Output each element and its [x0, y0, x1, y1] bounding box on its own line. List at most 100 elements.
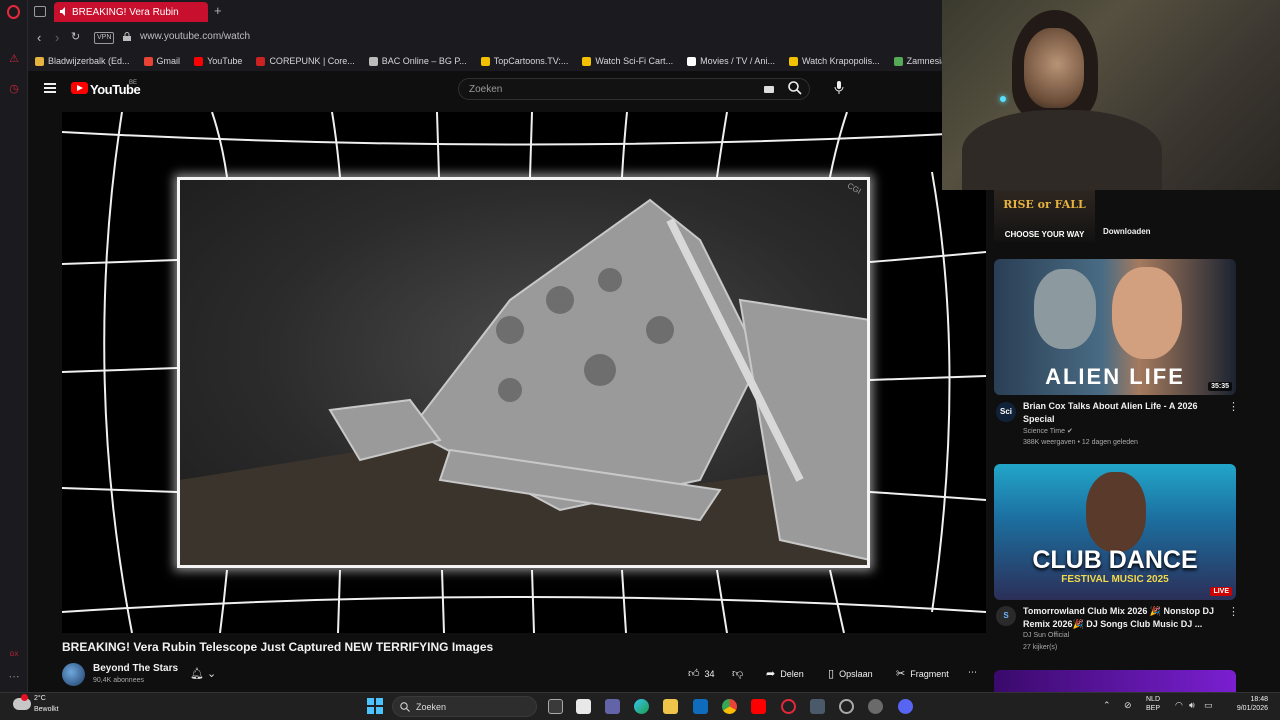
kebab-menu-icon[interactable]: ⋮	[1228, 605, 1239, 618]
weather-temp[interactable]: 2°C	[34, 695, 46, 702]
search-icon	[400, 702, 410, 712]
like-count: 34	[704, 668, 715, 679]
video-player[interactable]: CGI	[62, 112, 986, 633]
thumbs-up-icon: 👍︎	[688, 668, 700, 680]
thumbnail-text: ALIEN LIFE	[1045, 364, 1185, 389]
bookmark-item[interactable]: COREPUNK | Core...	[256, 56, 355, 66]
tray-chevron-icon[interactable]: ⌃	[1103, 700, 1111, 711]
microphone-icon[interactable]	[834, 81, 844, 95]
task-view-icon[interactable]	[548, 699, 563, 714]
youtube-app-icon[interactable]	[751, 699, 766, 714]
sidebar-channel-name[interactable]: Science Time ✔	[1023, 427, 1073, 435]
reload-icon[interactable]: ↻	[71, 30, 80, 43]
calculator-icon[interactable]	[810, 699, 825, 714]
outlook-icon[interactable]	[693, 699, 708, 714]
search-input[interactable]: Zoeken	[458, 78, 810, 100]
video-thumbnail[interactable]: ALIEN LIFE 35:35	[994, 259, 1236, 395]
new-tab-button[interactable]: +	[214, 3, 222, 18]
youtube-header: YouTube BE Zoeken	[28, 71, 942, 109]
battery-icon[interactable]: ▭	[1204, 700, 1213, 711]
video-thumbnail[interactable]: CLUB DANCE FESTIVAL MUSIC 2025 LIVE	[994, 464, 1236, 600]
aria-icon[interactable]: ⚠	[7, 52, 21, 66]
bookmark-item[interactable]: Movies / TV / Ani...	[687, 56, 775, 66]
tab-manager-icon[interactable]	[34, 6, 46, 17]
search-icon[interactable]	[788, 81, 802, 95]
discord-icon[interactable]	[898, 699, 913, 714]
opera-icon[interactable]	[781, 699, 796, 714]
lock-icon	[123, 32, 131, 41]
bookmark-item[interactable]: Zamnesia | Het Be	[893, 56, 942, 66]
bookmark-item[interactable]: Bladwijzerbalk (Ed...	[35, 56, 130, 66]
forward-icon[interactable]: ›	[55, 30, 59, 45]
kebab-menu-icon[interactable]: ⋮	[1228, 400, 1239, 413]
share-icon: ➦	[766, 668, 776, 680]
store-icon[interactable]	[576, 699, 591, 714]
start-icon[interactable]	[367, 698, 383, 714]
share-button[interactable]: ➦ Delen	[766, 667, 804, 680]
alien-image	[1034, 269, 1096, 349]
dislike-button[interactable]: 👎︎	[732, 667, 748, 680]
channel-avatar[interactable]: Sci	[996, 402, 1016, 422]
ad-download-button[interactable]: Downloaden	[1103, 227, 1151, 236]
bookmark-favicon-icon	[256, 56, 266, 66]
teams-icon[interactable]	[605, 699, 620, 714]
file-explorer-icon[interactable]	[663, 699, 678, 714]
like-button[interactable]: 👍︎ 34	[688, 667, 715, 680]
person-image	[1112, 267, 1182, 359]
ad-subtitle: CHOOSE YOUR WAY	[1004, 230, 1085, 239]
bookmark-item[interactable]: Watch Krapopolis...	[788, 56, 880, 66]
bookmark-item[interactable]: Watch Sci-Fi Cart...	[582, 56, 673, 66]
duration-badge: 35:35	[1208, 382, 1232, 391]
vpn-badge[interactable]: VPN	[94, 32, 115, 44]
bookmark-item[interactable]: TopCartoons.TV:...	[480, 56, 569, 66]
speaker-icon[interactable]	[60, 7, 68, 16]
steam-icon[interactable]	[839, 699, 854, 714]
clip-button[interactable]: ✂ Fragment	[896, 667, 949, 680]
taskbar-search-placeholder: Zoeken	[416, 702, 447, 712]
channel-avatar[interactable]	[62, 663, 85, 686]
channel-avatar[interactable]: S	[996, 606, 1016, 626]
bookmark-favicon-icon	[194, 56, 204, 66]
save-button[interactable]: ▯ Opslaan	[828, 667, 873, 680]
youtube-logo-icon[interactable]	[71, 82, 88, 94]
bookmark-favicon-icon	[480, 56, 490, 66]
bookmark-label: TopCartoons.TV:...	[493, 56, 569, 66]
history-icon[interactable]: ◷	[7, 82, 21, 96]
bookmark-item[interactable]: YouTube	[194, 56, 242, 66]
system-clock[interactable]: 18:48 9/01/2026	[1216, 695, 1268, 713]
clock-date: 9/01/2026	[1236, 705, 1268, 712]
notification-bell-icon[interactable]: 🔔︎ ⌄	[190, 667, 220, 681]
verified-icon: ✔	[1066, 428, 1073, 435]
language-indicator[interactable]: NLD BEP	[1146, 695, 1160, 713]
edge-icon[interactable]	[634, 699, 649, 714]
ad-thumbnail[interactable]: RISE or FALL CHOOSE YOUR WAY	[994, 190, 1095, 242]
chrome-icon[interactable]	[722, 699, 737, 714]
bookmark-favicon-icon	[35, 56, 44, 66]
weather-condition[interactable]: Bewolkt	[34, 706, 59, 713]
sidebar-channel-name[interactable]: DJ Sun Official	[1023, 632, 1069, 639]
weather-icon[interactable]	[13, 694, 31, 710]
sidebar-video-title[interactable]: Brian Cox Talks About Alien Life - A 202…	[1023, 400, 1223, 426]
back-icon[interactable]: ‹	[37, 30, 41, 45]
volume-icon[interactable]: 🔊︎	[1189, 700, 1195, 711]
url-field[interactable]: www.youtube.com/watch	[140, 31, 250, 42]
more-icon[interactable]: ⋯	[7, 670, 21, 684]
settings-gear-icon[interactable]	[868, 699, 883, 714]
keyboard-icon[interactable]	[764, 86, 774, 93]
gx-icon[interactable]: GX	[7, 648, 21, 662]
tray-app-icon[interactable]: ⊘	[1124, 700, 1132, 711]
video-frame: CGI	[177, 177, 870, 568]
tab-youtube[interactable]: BREAKING! Vera Rubin	[54, 2, 208, 22]
sidebar-video-title[interactable]: Tomorrowland Club Mix 2026 🎉 Nonstop DJ …	[1023, 605, 1223, 631]
video-thumbnail[interactable]	[994, 670, 1236, 692]
bookmark-item[interactable]: Gmail	[143, 56, 180, 66]
bookmark-item[interactable]: BAC Online – BG P...	[368, 56, 467, 66]
opera-logo-icon[interactable]	[7, 5, 20, 19]
channel-name[interactable]: Beyond The Stars	[93, 663, 178, 674]
menu-icon[interactable]	[44, 83, 56, 93]
more-actions-button[interactable]: ⋯	[968, 667, 977, 678]
taskbar-search-input[interactable]: Zoeken	[392, 696, 537, 717]
scissors-icon: ✂	[896, 668, 906, 680]
wifi-icon[interactable]: ◠	[1175, 700, 1183, 711]
tab-title: BREAKING! Vera Rubin	[72, 6, 179, 18]
